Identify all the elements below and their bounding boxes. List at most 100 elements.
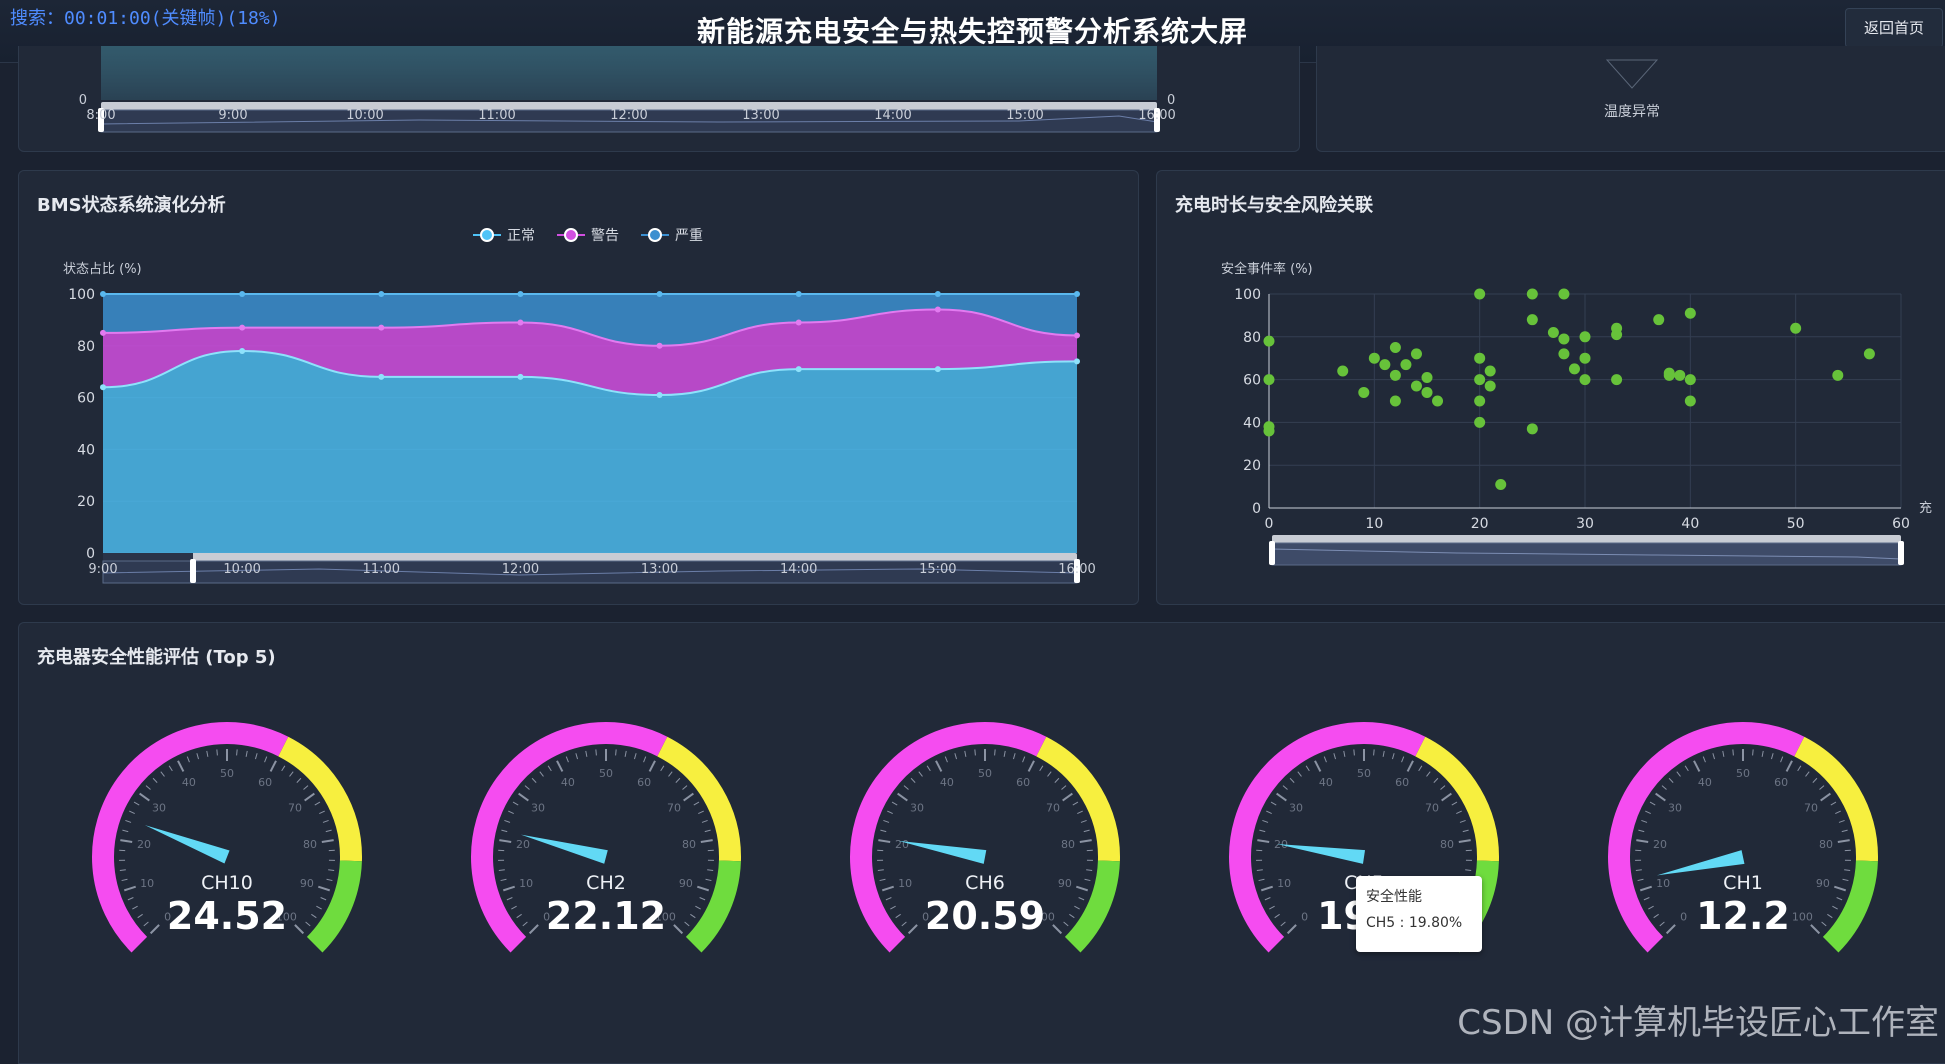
bms-x-tick-label: 11:00 [363,562,400,577]
bms-point-severe [935,291,941,297]
gauge-tick [178,761,183,772]
scatter-point [1485,381,1496,392]
gauge-tick [1077,811,1082,814]
gauge-tick [1835,811,1840,814]
tooltip-title: 安全性能 [1366,884,1472,910]
scatter-point [1664,370,1675,381]
scatter-point [1422,372,1433,383]
gauge-tick [674,925,682,933]
gauge-tick [878,870,884,871]
gauge-tick [1827,914,1832,917]
gauge-tick [887,811,892,814]
gauge-tick [1831,802,1836,805]
scatter-point [1474,396,1485,407]
gauge-pointer [1277,844,1365,864]
gauge-tick [1283,786,1288,790]
gauge-tick [187,757,189,763]
gauge-tick [1781,757,1783,763]
gauge-tick [1813,778,1817,782]
scatter-point [1264,425,1275,436]
gauge-tick [1074,906,1079,909]
bms-point-normal [100,384,106,390]
gauge-tick [271,761,276,772]
bms-point-severe [100,291,106,297]
scatter-point [1558,289,1569,300]
gauge-tick [904,786,909,790]
gauge-tick-label: 70 [1425,802,1439,815]
bms-x-tick-label: 12:00 [502,562,539,577]
gauge-tick [707,870,713,871]
gauge-tick [323,820,329,822]
gauge-tick [650,761,655,772]
gauge-tick-label: 20 [1653,838,1667,851]
gauge-tick [265,757,267,763]
top-right-panel-partial: 温度异常 [1316,46,1945,152]
gauge-tick [694,802,699,805]
gauge-tick [1644,898,1650,900]
gauge-tick [1266,811,1271,814]
gauge-tick [1040,766,1043,771]
top-x-tick-label: 15:00 [1006,108,1043,123]
gauge-tick [499,870,505,871]
gauge-tick-label: 70 [1046,802,1060,815]
scatter-y-axis-title: 安全事件率 (%) [1221,261,1313,277]
gauge-tick [1290,778,1294,782]
gauge-tick [1374,749,1375,755]
scatter-slider-bar [1272,535,1901,543]
gauge-tick [1459,840,1471,842]
gauge-tick [1063,794,1073,801]
gauge-tick [124,887,135,891]
bms-point-severe [517,291,523,297]
scatter-point [1474,417,1485,428]
gauge-tick [1638,830,1644,831]
gauge-tick-label: 90 [300,877,314,890]
gauge-tick [132,906,137,909]
scatter-point [1411,381,1422,392]
gauge-tick [326,830,332,831]
top-x-tick-label: 8:00 [86,108,115,123]
gauge-tick [1713,753,1715,759]
gauge-tick [911,778,915,782]
scatter-point [1337,366,1348,377]
gauge-tick [322,840,334,842]
gauge-name-label: CH10 [201,872,253,894]
gauge-tick [282,766,285,771]
gauge-tick [1288,925,1296,933]
watermark-text: CSDN @计算机毕设匠心工作室 [1457,995,1939,1044]
gauge-tick [1694,761,1699,772]
gauge-tick [519,794,529,801]
gauge-name-label: CH6 [965,872,1005,894]
bms-point-warning [1074,332,1080,338]
scatter-point [1864,348,1875,359]
bms-point-normal [517,374,523,380]
gauge-tick [161,772,165,777]
bms-y-tick-label: 0 [86,546,95,562]
gauge-tick-label: 80 [303,838,317,851]
bms-y-axis-title: 状态占比 (%) [63,262,142,277]
gauge-tick [1762,751,1763,757]
bms-x-tick-label: 14:00 [780,562,817,577]
gauge-tick [1315,761,1320,772]
scatter-point [1580,331,1591,342]
home-button[interactable]: 返回首页 [1845,8,1943,48]
gauge-tick [1281,922,1286,926]
gauge-tick [532,778,536,782]
scatter-point [1611,329,1622,340]
gauge-tick [661,766,664,771]
bms-area-chart: 状态占比 (%)0204060801009:0016:0010:0011:001… [19,171,1138,604]
gauge-tick [1456,811,1461,814]
scatter-y-tick-label: 80 [1243,330,1261,346]
gauge-tick [295,925,303,933]
gauge-tick [138,914,143,917]
gauge-tick [697,887,708,891]
gauge-tick-label: 60 [1774,776,1788,789]
gauge-tick [1004,751,1005,757]
gauge-tick [1832,906,1837,909]
gauge-pointer [145,825,230,863]
gauge-tick [305,794,315,801]
gauge-tick [1843,879,1849,880]
scatter-point [1474,353,1485,364]
scatter-point [1422,387,1433,398]
bms-point-normal [378,374,384,380]
gauge-tick [1839,820,1845,822]
